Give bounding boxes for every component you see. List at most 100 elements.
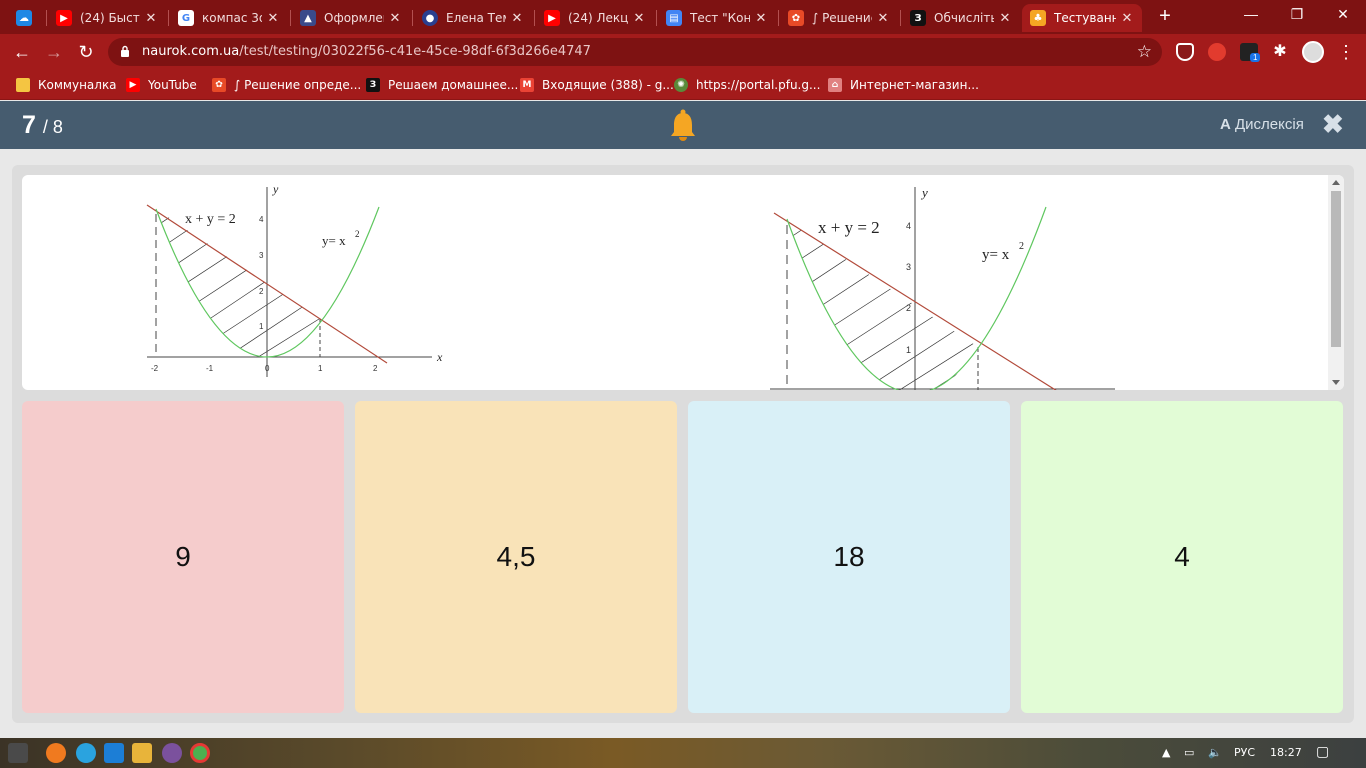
tab-label: (24) Лекци xyxy=(568,11,628,25)
scroll-thumb[interactable] xyxy=(1331,191,1341,347)
tab-test-form[interactable]: ▤ Тест "Конт ✕ xyxy=(658,4,776,32)
gmail-icon: M xyxy=(520,78,534,92)
answer-option-1[interactable]: 9 xyxy=(22,401,344,713)
avatar-icon: ● xyxy=(422,10,438,26)
shield-extension-icon[interactable] xyxy=(1176,43,1194,61)
tab-youtube-2[interactable]: ▶ (24) Лекци ✕ xyxy=(536,4,654,32)
taskbar: ▲ ▭ 🔈 РУС 18:27 ▢ xyxy=(0,738,1366,768)
puzzle-extensions-icon[interactable]: ✱ xyxy=(1270,42,1290,62)
close-icon[interactable]: ✕ xyxy=(754,11,768,26)
volume-icon[interactable]: 🔈 xyxy=(1208,746,1222,759)
dots-app-icon: ✿ xyxy=(788,10,804,26)
new-tab-button[interactable]: + xyxy=(1156,6,1174,26)
bookmark-pfu[interactable]: ✺ https://portal.pfu.g... xyxy=(674,77,820,93)
close-icon[interactable]: ✕ xyxy=(876,11,890,26)
dyslexia-a-icon: A xyxy=(1220,116,1231,133)
close-icon[interactable]: ✕ xyxy=(144,11,158,26)
cube-extension-icon[interactable]: 1 xyxy=(1240,43,1261,62)
window-close-button[interactable]: ✕ xyxy=(1328,6,1358,23)
tab-label: ∫ Решение xyxy=(812,11,872,25)
close-icon[interactable]: ✕ xyxy=(1120,11,1134,26)
bell-icon[interactable] xyxy=(668,108,698,142)
network-icon[interactable]: ▭ xyxy=(1184,746,1194,759)
tab-label: Обчисліть xyxy=(934,11,994,25)
minimize-button[interactable]: — xyxy=(1236,6,1266,22)
profile-avatar[interactable] xyxy=(1302,41,1324,63)
y-tick-label: 1 xyxy=(259,322,264,331)
x-tick-label: -1 xyxy=(206,364,214,373)
tab-oformlen[interactable]: ▲ Оформлен ✕ xyxy=(292,4,410,32)
y-tick-label: 2 xyxy=(906,303,911,313)
tab-youtube-1[interactable]: ▶ (24) Быстр ✕ xyxy=(48,4,166,32)
bookmark-gmail[interactable]: M Входящие (388) - g... xyxy=(520,77,674,93)
bookmarks-bar: Коммуналка ▶ YouTube ✿ ∫ Решение опреде.… xyxy=(0,70,1366,100)
close-icon[interactable]: ✕ xyxy=(388,11,402,26)
close-test-icon[interactable]: ✖ xyxy=(1322,111,1344,137)
notifications-icon[interactable]: ▢ xyxy=(1316,744,1329,760)
tab-testuvannya[interactable]: ♣ Тестуванн ✕ xyxy=(1022,4,1142,32)
y-tick-label: 1 xyxy=(906,345,911,355)
scroll-up-icon[interactable] xyxy=(1332,180,1340,185)
bookmark-reshaem[interactable]: З Решаем домашнее... xyxy=(366,77,518,93)
bookmark-star-icon[interactable]: ☆ xyxy=(1137,42,1152,62)
language-indicator[interactable]: РУС xyxy=(1234,746,1255,759)
triangle-app-icon: ▲ xyxy=(300,10,316,26)
graph-figure-left: x + y = 2 y= x 2 x y -2 -1 0 1 2 1 2 3 4 xyxy=(146,182,443,377)
file-explorer-icon[interactable] xyxy=(132,743,152,763)
url-path: /test/testing/03022f56-c41e-45ce-98df-6f… xyxy=(239,44,591,59)
tab-cloud[interactable]: ☁ xyxy=(8,4,44,32)
bookmark-reshenie[interactable]: ✿ ∫ Решение опреде... xyxy=(212,77,361,93)
reload-icon[interactable]: ↻ xyxy=(76,42,96,62)
bookmark-label: Входящие (388) - g... xyxy=(542,78,674,92)
close-icon[interactable]: ✕ xyxy=(266,11,280,26)
browser-toolbar: ← → ↻ naurok.com.ua/test/testing/03022f5… xyxy=(0,34,1366,70)
restore-button[interactable]: ❐ xyxy=(1282,6,1312,23)
start-icon[interactable] xyxy=(8,743,28,763)
close-icon[interactable]: ✕ xyxy=(632,11,646,26)
answer-option-4[interactable]: 4 xyxy=(1021,401,1343,713)
y-tick-label: 3 xyxy=(906,262,911,272)
answer-option-3[interactable]: 18 xyxy=(688,401,1010,713)
google-icon: G xyxy=(178,10,194,26)
chrome-icon[interactable] xyxy=(190,743,210,763)
bookmark-youtube[interactable]: ▶ YouTube xyxy=(126,77,197,93)
y-tick-label: 3 xyxy=(259,251,264,260)
folder-icon xyxy=(16,78,30,92)
back-icon[interactable]: ← xyxy=(12,42,32,62)
close-icon[interactable]: ✕ xyxy=(510,11,524,26)
x-tick-label: 2 xyxy=(373,364,378,373)
red-extension-icon[interactable] xyxy=(1208,43,1226,61)
line-equation-label: x + y = 2 xyxy=(185,212,236,227)
tray-up-arrow-icon[interactable]: ▲ xyxy=(1162,746,1170,759)
forward-icon[interactable]: → xyxy=(44,42,64,62)
telegram-icon[interactable] xyxy=(76,743,96,763)
menu-dots-icon[interactable]: ⋮ xyxy=(1336,42,1356,62)
question-scrollbar[interactable] xyxy=(1328,175,1344,390)
bookmark-label: Коммуналка xyxy=(38,78,117,92)
youtube-icon: ▶ xyxy=(544,10,560,26)
tab-google[interactable]: G компас 3d ✕ xyxy=(170,4,288,32)
question-panel: x + y = 2 y= x 2 x y -2 -1 0 1 2 1 2 3 4 xyxy=(22,175,1344,390)
dyslexia-toggle[interactable]: A Дислексія xyxy=(1220,116,1304,133)
close-icon[interactable]: ✕ xyxy=(998,11,1012,26)
tab-elena[interactable]: ● Елена Тем ✕ xyxy=(414,4,532,32)
store-icon: ⌂ xyxy=(828,78,842,92)
pfu-icon: ✺ xyxy=(674,78,688,92)
clock[interactable]: 18:27 xyxy=(1270,746,1302,759)
answer-option-2[interactable]: 4,5 xyxy=(355,401,677,713)
tab-label: Тест "Конт xyxy=(690,11,750,25)
viber-icon[interactable] xyxy=(162,743,182,763)
bookmark-store[interactable]: ⌂ Интернет-магазин... xyxy=(828,77,979,93)
tab-reshenie[interactable]: ✿ ∫ Решение ✕ xyxy=(780,4,898,32)
scroll-down-icon[interactable] xyxy=(1332,380,1340,385)
app-icon-orange[interactable] xyxy=(46,743,66,763)
y-tick-label: 2 xyxy=(259,287,264,296)
tab-label: (24) Быстр xyxy=(80,11,140,25)
current-question-number: 7 xyxy=(22,111,36,139)
teamviewer-icon[interactable] xyxy=(104,743,124,763)
tab-obchislit[interactable]: З Обчисліть ✕ xyxy=(902,4,1020,32)
address-bar[interactable]: naurok.com.ua/test/testing/03022f56-c41e… xyxy=(108,38,1162,66)
bookmark-kommunalka[interactable]: Коммуналка xyxy=(16,77,117,93)
test-header: 7 / 8 A Дислексія ✖ xyxy=(0,101,1366,149)
form-icon: ▤ xyxy=(666,10,682,26)
